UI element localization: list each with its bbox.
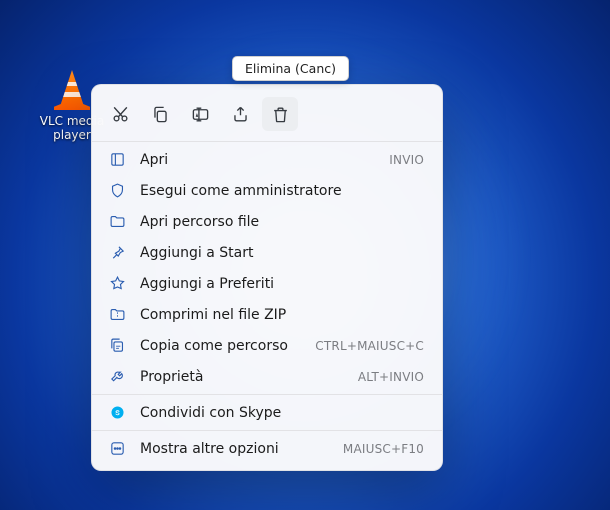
skype-icon: [108, 404, 126, 422]
menu-item-label: Apri percorso file: [140, 215, 424, 229]
delete-button[interactable]: [262, 97, 298, 131]
rename-icon: [191, 105, 210, 124]
menu-item-label: Esegui come amministratore: [140, 184, 424, 198]
menu-item-shortcut: MAIUSC+F10: [343, 443, 424, 455]
share-button[interactable]: [222, 97, 258, 131]
menu-item-label: Apri: [140, 153, 375, 167]
tooltip-text: Elimina (Canc): [245, 61, 336, 76]
menu-item-label: Condividi con Skype: [140, 406, 424, 420]
menu-item-label: Proprietà: [140, 370, 344, 384]
shield-icon: [108, 182, 126, 200]
menu-item-open-location[interactable]: Apri percorso file: [92, 206, 442, 237]
menu-item-properties[interactable]: Proprietà ALT+INVIO: [92, 361, 442, 392]
zip-icon: [108, 306, 126, 324]
folder-icon: [108, 213, 126, 231]
menu-item-pin-start[interactable]: Aggiungi a Start: [92, 237, 442, 268]
copy-path-icon: [108, 337, 126, 355]
cut-button[interactable]: [102, 97, 138, 131]
menu-item-shortcut: INVIO: [389, 154, 424, 166]
open-icon: [108, 151, 126, 169]
menu-item-label: Aggiungi a Preferiti: [140, 277, 424, 291]
desktop[interactable]: VLC media player Elimina (Canc): [0, 0, 610, 510]
pin-icon: [108, 244, 126, 262]
cut-icon: [111, 105, 130, 124]
separator: [92, 394, 442, 395]
copy-button[interactable]: [142, 97, 178, 131]
menu-item-share-skype[interactable]: Condividi con Skype: [92, 397, 442, 428]
menu-item-open[interactable]: Apri INVIO: [92, 144, 442, 175]
context-menu: Apri INVIO Esegui come amministratore Ap…: [91, 84, 443, 471]
menu-item-pin-favorites[interactable]: Aggiungi a Preferiti: [92, 268, 442, 299]
tooltip-delete: Elimina (Canc): [232, 56, 349, 81]
menu-item-copy-as-path[interactable]: Copia come percorso CTRL+MAIUSC+C: [92, 330, 442, 361]
share-icon: [231, 105, 250, 124]
vlc-cone-icon: [52, 70, 92, 110]
separator: [92, 141, 442, 142]
menu-item-show-more[interactable]: Mostra altre opzioni MAIUSC+F10: [92, 433, 442, 464]
menu-item-shortcut: CTRL+MAIUSC+C: [315, 340, 424, 352]
separator: [92, 430, 442, 431]
menu-item-run-admin[interactable]: Esegui come amministratore: [92, 175, 442, 206]
more-icon: [108, 440, 126, 458]
copy-icon: [151, 105, 170, 124]
delete-icon: [271, 105, 290, 124]
menu-item-shortcut: ALT+INVIO: [358, 371, 424, 383]
menu-item-compress-zip[interactable]: Comprimi nel file ZIP: [92, 299, 442, 330]
quick-action-row: [92, 91, 442, 139]
wrench-icon: [108, 368, 126, 386]
rename-button[interactable]: [182, 97, 218, 131]
menu-item-label: Copia come percorso: [140, 339, 301, 353]
star-icon: [108, 275, 126, 293]
menu-item-label: Comprimi nel file ZIP: [140, 308, 424, 322]
menu-item-label: Mostra altre opzioni: [140, 442, 329, 456]
menu-item-label: Aggiungi a Start: [140, 246, 424, 260]
